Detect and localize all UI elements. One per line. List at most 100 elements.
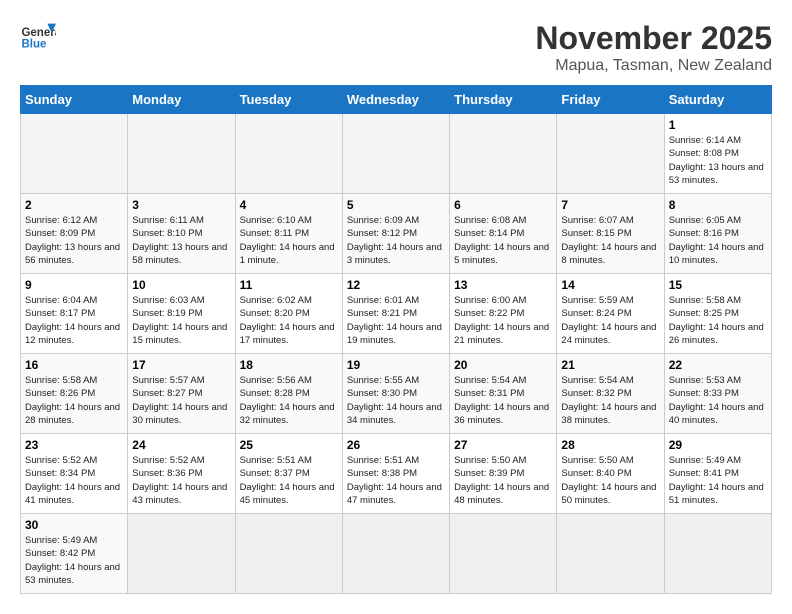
day-cell: 6Sunrise: 6:08 AM Sunset: 8:14 PM Daylig… — [450, 194, 557, 274]
day-cell: 3 Sunrise: 6:11 AM Sunset: 8:10 PM Daylig… — [128, 194, 235, 274]
day-info: Sunrise: 5:55 AM Sunset: 8:30 PM Dayligh… — [347, 374, 445, 427]
day-info: Sunrise: 5:50 AM Sunset: 8:40 PM Dayligh… — [561, 454, 659, 507]
day-cell — [235, 114, 342, 194]
day-cell — [21, 114, 128, 194]
day-info: Sunrise: 5:54 AM Sunset: 8:31 PM Dayligh… — [454, 374, 552, 427]
day-number: 14 — [561, 278, 659, 292]
day-info: Sunrise: 5:52 AM Sunset: 8:34 PM Dayligh… — [25, 454, 123, 507]
day-cell: 8Sunrise: 6:05 AM Sunset: 8:16 PM Daylig… — [664, 194, 771, 274]
day-cell: 10 Sunrise: 6:03 AM Sunset: 8:19 PM Dayli… — [128, 274, 235, 354]
day-cell: 15 Sunrise: 5:58 AM Sunset: 8:25 PM Dayli… — [664, 274, 771, 354]
day-info: Sunrise: 6:11 AM Sunset: 8:10 PM Dayligh… — [132, 214, 230, 267]
day-cell: 23 Sunrise: 5:52 AM Sunset: 8:34 PM Dayli… — [21, 434, 128, 514]
location: Mapua, Tasman, New Zealand — [535, 57, 772, 75]
title-area: November 2025 Mapua, Tasman, New Zealand — [535, 20, 772, 75]
day-cell: 1 Sunrise: 6:14 AM Sunset: 8:08 PM Daylig… — [664, 114, 771, 194]
day-cell — [450, 514, 557, 594]
day-number: 16 — [25, 358, 123, 372]
header-day-saturday: Saturday — [664, 86, 771, 114]
header-day-monday: Monday — [128, 86, 235, 114]
header-day-wednesday: Wednesday — [342, 86, 449, 114]
day-info: Sunrise: 5:58 AM Sunset: 8:26 PM Dayligh… — [25, 374, 123, 427]
day-cell — [450, 114, 557, 194]
week-row-3: 9 Sunrise: 6:04 AM Sunset: 8:17 PM Daylig… — [21, 274, 772, 354]
day-info: Sunrise: 6:02 AM Sunset: 8:20 PM Dayligh… — [240, 294, 338, 347]
week-row-1: 1 Sunrise: 6:14 AM Sunset: 8:08 PM Daylig… — [21, 114, 772, 194]
week-row-4: 16 Sunrise: 5:58 AM Sunset: 8:26 PM Dayli… — [21, 354, 772, 434]
week-row-2: 2Sunrise: 6:12 AM Sunset: 8:09 PM Daylig… — [21, 194, 772, 274]
day-cell: 20 Sunrise: 5:54 AM Sunset: 8:31 PM Dayli… — [450, 354, 557, 434]
day-number: 11 — [240, 278, 338, 292]
day-number: 29 — [669, 438, 767, 452]
day-cell: 19 Sunrise: 5:55 AM Sunset: 8:30 PM Dayli… — [342, 354, 449, 434]
header-day-thursday: Thursday — [450, 86, 557, 114]
day-number: 9 — [25, 278, 123, 292]
day-cell: 17 Sunrise: 5:57 AM Sunset: 8:27 PM Dayli… — [128, 354, 235, 434]
day-cell: 21 Sunrise: 5:54 AM Sunset: 8:32 PM Dayli… — [557, 354, 664, 434]
header-day-sunday: Sunday — [21, 86, 128, 114]
header: General Blue November 2025 Mapua, Tasman… — [20, 20, 772, 75]
day-cell — [128, 114, 235, 194]
header-day-friday: Friday — [557, 86, 664, 114]
day-cell: 26 Sunrise: 5:51 AM Sunset: 8:38 PM Dayli… — [342, 434, 449, 514]
day-number: 17 — [132, 358, 230, 372]
day-info: Sunrise: 5:53 AM Sunset: 8:33 PM Dayligh… — [669, 374, 767, 427]
svg-text:Blue: Blue — [21, 38, 47, 50]
day-info: Sunrise: 6:03 AM Sunset: 8:19 PM Dayligh… — [132, 294, 230, 347]
day-cell — [664, 514, 771, 594]
day-info: Sunrise: 5:59 AM Sunset: 8:24 PM Dayligh… — [561, 294, 659, 347]
day-cell: 12 Sunrise: 6:01 AM Sunset: 8:21 PM Dayli… — [342, 274, 449, 354]
logo: General Blue — [20, 20, 56, 56]
day-number: 30 — [25, 518, 123, 532]
day-number: 21 — [561, 358, 659, 372]
day-info: Sunrise: 5:58 AM Sunset: 8:25 PM Dayligh… — [669, 294, 767, 347]
day-info: Sunrise: 6:01 AM Sunset: 8:21 PM Dayligh… — [347, 294, 445, 347]
day-number: 28 — [561, 438, 659, 452]
day-info: Sunrise: 5:52 AM Sunset: 8:36 PM Dayligh… — [132, 454, 230, 507]
day-info: Sunrise: 6:14 AM Sunset: 8:08 PM Dayligh… — [669, 134, 767, 187]
day-cell: 2Sunrise: 6:12 AM Sunset: 8:09 PM Daylig… — [21, 194, 128, 274]
day-info: Sunrise: 6:12 AM Sunset: 8:09 PM Dayligh… — [25, 214, 123, 267]
day-cell: 7 Sunrise: 6:07 AM Sunset: 8:15 PM Daylig… — [557, 194, 664, 274]
day-cell — [557, 514, 664, 594]
day-info: Sunrise: 6:09 AM Sunset: 8:12 PM Dayligh… — [347, 214, 445, 267]
day-info: Sunrise: 6:10 AM Sunset: 8:11 PM Dayligh… — [240, 214, 338, 267]
day-info: Sunrise: 5:51 AM Sunset: 8:38 PM Dayligh… — [347, 454, 445, 507]
day-cell: 9 Sunrise: 6:04 AM Sunset: 8:17 PM Daylig… — [21, 274, 128, 354]
day-number: 23 — [25, 438, 123, 452]
day-info: Sunrise: 6:04 AM Sunset: 8:17 PM Dayligh… — [25, 294, 123, 347]
day-info: Sunrise: 5:49 AM Sunset: 8:42 PM Dayligh… — [25, 534, 123, 587]
day-number: 25 — [240, 438, 338, 452]
day-number: 12 — [347, 278, 445, 292]
day-number: 10 — [132, 278, 230, 292]
day-info: Sunrise: 6:07 AM Sunset: 8:15 PM Dayligh… — [561, 214, 659, 267]
month-title: November 2025 — [535, 20, 772, 57]
day-cell: 24 Sunrise: 5:52 AM Sunset: 8:36 PM Dayli… — [128, 434, 235, 514]
day-number: 7 — [561, 198, 659, 212]
day-number: 3 — [132, 198, 230, 212]
day-cell: 16 Sunrise: 5:58 AM Sunset: 8:26 PM Dayli… — [21, 354, 128, 434]
day-number: 26 — [347, 438, 445, 452]
header-day-tuesday: Tuesday — [235, 86, 342, 114]
day-info: Sunrise: 5:56 AM Sunset: 8:28 PM Dayligh… — [240, 374, 338, 427]
day-cell: 30 Sunrise: 5:49 AM Sunset: 8:42 PM Dayli… — [21, 514, 128, 594]
day-number: 1 — [669, 118, 767, 132]
week-row-5: 23 Sunrise: 5:52 AM Sunset: 8:34 PM Dayli… — [21, 434, 772, 514]
day-number: 20 — [454, 358, 552, 372]
day-number: 8 — [669, 198, 767, 212]
day-cell: 22 Sunrise: 5:53 AM Sunset: 8:33 PM Dayli… — [664, 354, 771, 434]
day-number: 22 — [669, 358, 767, 372]
day-number: 15 — [669, 278, 767, 292]
day-cell: 14 Sunrise: 5:59 AM Sunset: 8:24 PM Dayli… — [557, 274, 664, 354]
day-cell: 18Sunrise: 5:56 AM Sunset: 8:28 PM Dayli… — [235, 354, 342, 434]
day-cell — [342, 114, 449, 194]
day-cell — [342, 514, 449, 594]
day-cell: 29Sunrise: 5:49 AM Sunset: 8:41 PM Dayli… — [664, 434, 771, 514]
day-number: 19 — [347, 358, 445, 372]
day-number: 24 — [132, 438, 230, 452]
day-info: Sunrise: 5:57 AM Sunset: 8:27 PM Dayligh… — [132, 374, 230, 427]
calendar-header: SundayMondayTuesdayWednesdayThursdayFrid… — [21, 86, 772, 114]
day-info: Sunrise: 6:00 AM Sunset: 8:22 PM Dayligh… — [454, 294, 552, 347]
day-info: Sunrise: 5:54 AM Sunset: 8:32 PM Dayligh… — [561, 374, 659, 427]
header-row: SundayMondayTuesdayWednesdayThursdayFrid… — [21, 86, 772, 114]
